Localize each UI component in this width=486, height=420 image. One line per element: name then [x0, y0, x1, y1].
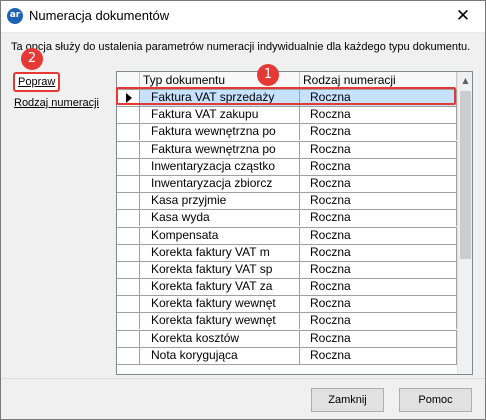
row-indicator-cell[interactable] [117, 107, 140, 124]
typ-dokumentu-cell[interactable]: Kasa wyda [140, 210, 300, 227]
grid-rows: Faktura VAT sprzedaży Roczna Faktura VAT z… [117, 90, 457, 365]
table-row[interactable]: Korekta faktury wewnęt Roczna [117, 313, 457, 331]
table-row[interactable]: Korekta faktury wewnęt Roczna [117, 296, 457, 314]
title-bar: ar Numeracja dokumentów ✕ [1, 1, 485, 33]
row-indicator-cell[interactable] [117, 175, 140, 192]
button-bar: Zamknij Pomoc [1, 378, 485, 419]
rodzaj-numeracji-cell[interactable]: Roczna [300, 158, 457, 175]
rodzaj-numeracji-cell[interactable]: Roczna [300, 296, 457, 313]
table-row[interactable]: Korekta faktury VAT m Roczna [117, 244, 457, 262]
typ-dokumentu-cell[interactable]: Nota korygująca [140, 347, 300, 364]
rodzaj-numeracji-cell[interactable]: Roczna [300, 261, 457, 278]
table-row[interactable]: Inwentaryzacja cząstko Roczna [117, 158, 457, 176]
rodzaj-numeracji-cell[interactable]: Roczna [300, 107, 457, 124]
typ-dokumentu-cell[interactable]: Inwentaryzacja cząstko [140, 158, 300, 175]
table-row[interactable]: Faktura wewnętrzna po Roczna [117, 141, 457, 159]
row-indicator-cell[interactable] [117, 296, 140, 313]
vertical-scrollbar[interactable]: ▲ [457, 72, 472, 374]
app-icon-text: ar [9, 10, 21, 20]
typ-dokumentu-cell[interactable]: Inwentaryzacja zbiorcz [140, 175, 300, 192]
annotation-badge-1: 1 [257, 64, 279, 86]
table-row[interactable]: Korekta faktury VAT za Roczna [117, 279, 457, 297]
table-row[interactable]: Faktura wewnętrzna po Roczna [117, 124, 457, 142]
typ-dokumentu-cell[interactable]: Korekta faktury wewnęt [140, 296, 300, 313]
typ-dokumentu-cell[interactable]: Faktura wewnętrzna po [140, 141, 300, 158]
pomoc-button[interactable]: Pomoc [399, 388, 472, 412]
scrollbar-thumb[interactable] [460, 91, 471, 259]
rodzaj-numeracji-cell[interactable]: Roczna [300, 141, 457, 158]
selected-row-highlight [116, 87, 456, 105]
typ-dokumentu-cell[interactable]: Korekta kosztów [140, 330, 300, 347]
app-icon: ar [7, 8, 23, 24]
row-indicator-cell[interactable] [117, 227, 140, 244]
table-row[interactable]: Inwentaryzacja zbiorcz Roczna [117, 175, 457, 194]
row-indicator-cell[interactable] [117, 210, 140, 227]
table-row[interactable]: Korekta faktury VAT sp Roczna [117, 261, 457, 280]
rodzaj-numeracji-cell[interactable]: Roczna [300, 347, 457, 364]
rodzaj-numeracji-cell[interactable]: Roczna [300, 210, 457, 227]
dialog-window: ar Numeracja dokumentów ✕ Ta opcja służy… [0, 0, 486, 420]
row-indicator-cell[interactable] [117, 193, 140, 210]
table-row[interactable]: Kasa przyjmie Roczna [117, 193, 457, 211]
rodzaj-numeracji-cell[interactable]: Roczna [300, 330, 457, 347]
typ-dokumentu-cell[interactable]: Korekta faktury VAT sp [140, 261, 300, 278]
row-indicator-cell[interactable] [117, 279, 140, 296]
annotation-badge-2: 2 [21, 48, 43, 70]
typ-dokumentu-cell[interactable]: Kompensata [140, 227, 300, 244]
document-types-grid[interactable]: Typ dokumentu Rodzaj numeracji Faktura V… [116, 71, 473, 375]
rodzaj-numeracji-cell[interactable]: Roczna [300, 124, 457, 141]
row-indicator-cell[interactable] [117, 330, 140, 347]
rodzaj-numeracji-cell[interactable]: Roczna [300, 193, 457, 210]
description-text: Ta opcja służy do ustalenia parametrów n… [11, 41, 471, 53]
chevron-up-icon[interactable]: ▲ [458, 72, 472, 89]
close-icon[interactable]: ✕ [441, 1, 485, 32]
typ-dokumentu-cell[interactable]: Kasa przyjmie [140, 193, 300, 210]
row-indicator-cell[interactable] [117, 313, 140, 330]
table-row[interactable]: Kompensata Roczna [117, 227, 457, 245]
row-indicator-cell[interactable] [117, 261, 140, 278]
table-row[interactable]: Faktura VAT zakupu Roczna [117, 107, 457, 125]
rodzaj-numeracji-cell[interactable]: Roczna [300, 244, 457, 261]
table-row[interactable]: Nota korygująca Roczna [117, 347, 457, 365]
row-indicator-cell[interactable] [117, 141, 140, 158]
rodzaj-numeracji-link[interactable]: Rodzaj numeracji [14, 97, 99, 109]
table-row[interactable]: Korekta kosztów Roczna [117, 330, 457, 348]
typ-dokumentu-cell[interactable]: Faktura VAT zakupu [140, 107, 300, 124]
typ-dokumentu-cell[interactable]: Korekta faktury VAT za [140, 279, 300, 296]
row-indicator-cell[interactable] [117, 158, 140, 175]
typ-dokumentu-cell[interactable]: Korekta faktury wewnęt [140, 313, 300, 330]
zamknij-button[interactable]: Zamknij [311, 388, 384, 412]
rodzaj-numeracji-cell[interactable]: Roczna [300, 227, 457, 244]
typ-dokumentu-cell[interactable]: Faktura wewnętrzna po [140, 124, 300, 141]
row-indicator-cell[interactable] [117, 347, 140, 364]
rodzaj-numeracji-cell[interactable]: Roczna [300, 313, 457, 330]
popraw-link[interactable]: Popraw [13, 72, 61, 92]
table-row[interactable]: Kasa wyda Roczna [117, 210, 457, 228]
rodzaj-numeracji-cell[interactable]: Roczna [300, 279, 457, 296]
row-indicator-cell[interactable] [117, 244, 140, 261]
row-indicator-cell[interactable] [117, 124, 140, 141]
rodzaj-numeracji-cell[interactable]: Roczna [300, 175, 457, 192]
window-title: Numeracja dokumentów [29, 8, 170, 23]
typ-dokumentu-cell[interactable]: Korekta faktury VAT m [140, 244, 300, 261]
